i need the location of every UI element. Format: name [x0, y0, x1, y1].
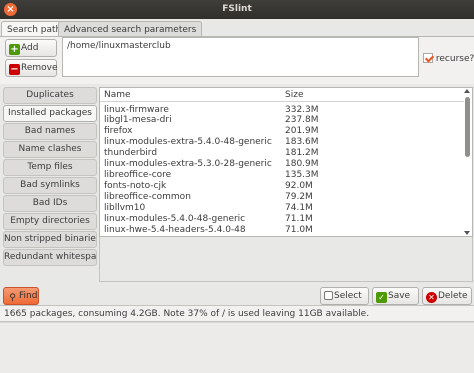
sidebar-item-name-clashes[interactable]: Name clashes — [3, 141, 97, 158]
save-button-label: Save — [388, 291, 411, 301]
cell-size: 92.0M — [285, 181, 313, 191]
minus-icon: − — [9, 64, 20, 75]
sidebar-item-redundant-whitespace[interactable]: Redundant whitespace — [3, 249, 97, 266]
results-empty-area — [99, 237, 473, 282]
find-button[interactable]: ⚲ Find — [3, 287, 39, 305]
table-header: Name Size — [100, 88, 464, 102]
cell-size: 237.8M — [285, 115, 319, 125]
select-icon — [324, 291, 333, 300]
recurse-label: recurse? — [435, 54, 474, 64]
select-button-label: Select — [334, 291, 362, 301]
remove-button[interactable]: − Remove — [5, 59, 58, 77]
delete-icon: ✕ — [426, 292, 437, 303]
sidebar-item-installed-packages[interactable]: Installed packages — [3, 105, 97, 122]
table-row[interactable]: thunderbird 181.2M — [100, 148, 464, 158]
remove-button-label: Remove — [21, 63, 58, 73]
table-row[interactable]: firefox 201.9M — [100, 126, 464, 136]
scroll-down-icon[interactable] — [464, 231, 470, 235]
sidebar-item-duplicates[interactable]: Duplicates — [3, 87, 97, 104]
table-row[interactable]: libreoffice-common 79.2M — [100, 192, 464, 202]
table-row[interactable]: linux-modules-5.4.0-48-generic 71.1M — [100, 214, 464, 224]
cell-size: 201.9M — [285, 126, 319, 136]
results-scrollbar[interactable] — [464, 89, 471, 235]
cell-name: libgl1-mesa-dri — [104, 115, 172, 125]
tab-advanced-search-parameters[interactable]: Advanced search parameters — [58, 21, 203, 37]
cell-name: libreoffice-core — [104, 170, 172, 180]
search-path-item[interactable]: /home/linuxmasterclub — [67, 41, 414, 51]
table-row[interactable]: libreoffice-core 135.3M — [100, 170, 464, 180]
cell-size: 71.1M — [285, 214, 313, 224]
cell-size: 135.3M — [285, 170, 319, 180]
cell-name: linux-modules-5.4.0-48-generic — [104, 214, 246, 224]
checkbox-checked-icon[interactable] — [423, 53, 433, 63]
sidebar-item-bad-names[interactable]: Bad names — [3, 123, 97, 140]
select-button[interactable]: Select — [320, 287, 369, 305]
cell-name: linux-firmware — [104, 105, 169, 115]
save-icon: ✓ — [376, 292, 387, 303]
bottom-pane — [0, 322, 474, 373]
cell-name: thunderbird — [104, 148, 158, 158]
table-row[interactable]: linux-firmware 332.3M — [100, 105, 464, 115]
plus-icon: + — [9, 44, 20, 55]
table-row[interactable]: fonts-noto-cjk 92.0M — [100, 181, 464, 191]
table-row[interactable]: libgl1-mesa-dri 237.8M — [100, 115, 464, 125]
cell-size: 183.6M — [285, 137, 319, 147]
magnifier-icon: ⚲ — [9, 293, 16, 303]
column-header-name[interactable]: Name — [104, 90, 131, 100]
sidebar-item-temp-files[interactable]: Temp files — [3, 159, 97, 176]
table-row[interactable]: linux-modules-extra-5.4.0-48-generic 183.… — [100, 137, 464, 147]
title-bar: × FSlint — [0, 0, 474, 19]
cell-name: fonts-noto-cjk — [104, 181, 167, 191]
cell-size: 71.0M — [285, 225, 313, 235]
tab-bar: Search path Advanced search parameters — [0, 19, 474, 38]
cell-size: 79.2M — [285, 192, 313, 202]
cell-size: 332.3M — [285, 105, 319, 115]
results-table[interactable]: Name Size linux-firmware 332.3M libgl1-me… — [99, 87, 473, 237]
status-bar: 1665 packages, consuming 4.2GB. Note 37%… — [0, 305, 474, 322]
table-row[interactable]: libllvm10 74.1M — [100, 203, 464, 213]
cell-name: firefox — [104, 126, 133, 136]
add-button-label: Add — [21, 43, 39, 53]
delete-button[interactable]: ✕ Delete — [422, 287, 472, 305]
cell-name: libreoffice-common — [104, 192, 191, 202]
cell-size: 181.2M — [285, 148, 319, 158]
table-row[interactable]: linux-hwe-5.4-headers-5.4.0-48 71.0M — [100, 225, 464, 235]
add-button[interactable]: + Add — [5, 39, 57, 57]
sidebar-item-bad-ids[interactable]: Bad IDs — [3, 195, 97, 212]
search-path-list[interactable]: /home/linuxmasterclub — [62, 37, 419, 77]
scroll-up-icon[interactable] — [464, 89, 470, 93]
cell-name: linux-modules-extra-5.3.0-28-generic — [104, 159, 272, 169]
sidebar-item-empty-directories[interactable]: Empty directories — [3, 213, 97, 230]
save-button[interactable]: ✓ Save — [372, 287, 419, 305]
cell-name: linux-modules-extra-5.4.0-48-generic — [104, 137, 272, 147]
delete-button-label: Delete — [438, 291, 468, 301]
table-row[interactable]: linux-modules-extra-5.3.0-28-generic 180.… — [100, 159, 464, 169]
cell-size: 74.1M — [285, 203, 313, 213]
recurse-checkbox[interactable]: recurse? — [423, 53, 474, 64]
window-title: FSlint — [222, 4, 252, 14]
sidebar-item-bad-symlinks[interactable]: Bad symlinks — [3, 177, 97, 194]
find-button-label: Find — [19, 291, 38, 301]
cell-name: linux-hwe-5.4-headers-5.4.0-48 — [104, 225, 246, 235]
scrollbar-thumb[interactable] — [465, 97, 470, 157]
column-header-size[interactable]: Size — [285, 90, 303, 100]
cell-size: 180.9M — [285, 159, 319, 169]
sidebar-item-non-stripped-binaries[interactable]: Non stripped binaries — [3, 231, 97, 248]
cell-name: libllvm10 — [104, 203, 146, 213]
